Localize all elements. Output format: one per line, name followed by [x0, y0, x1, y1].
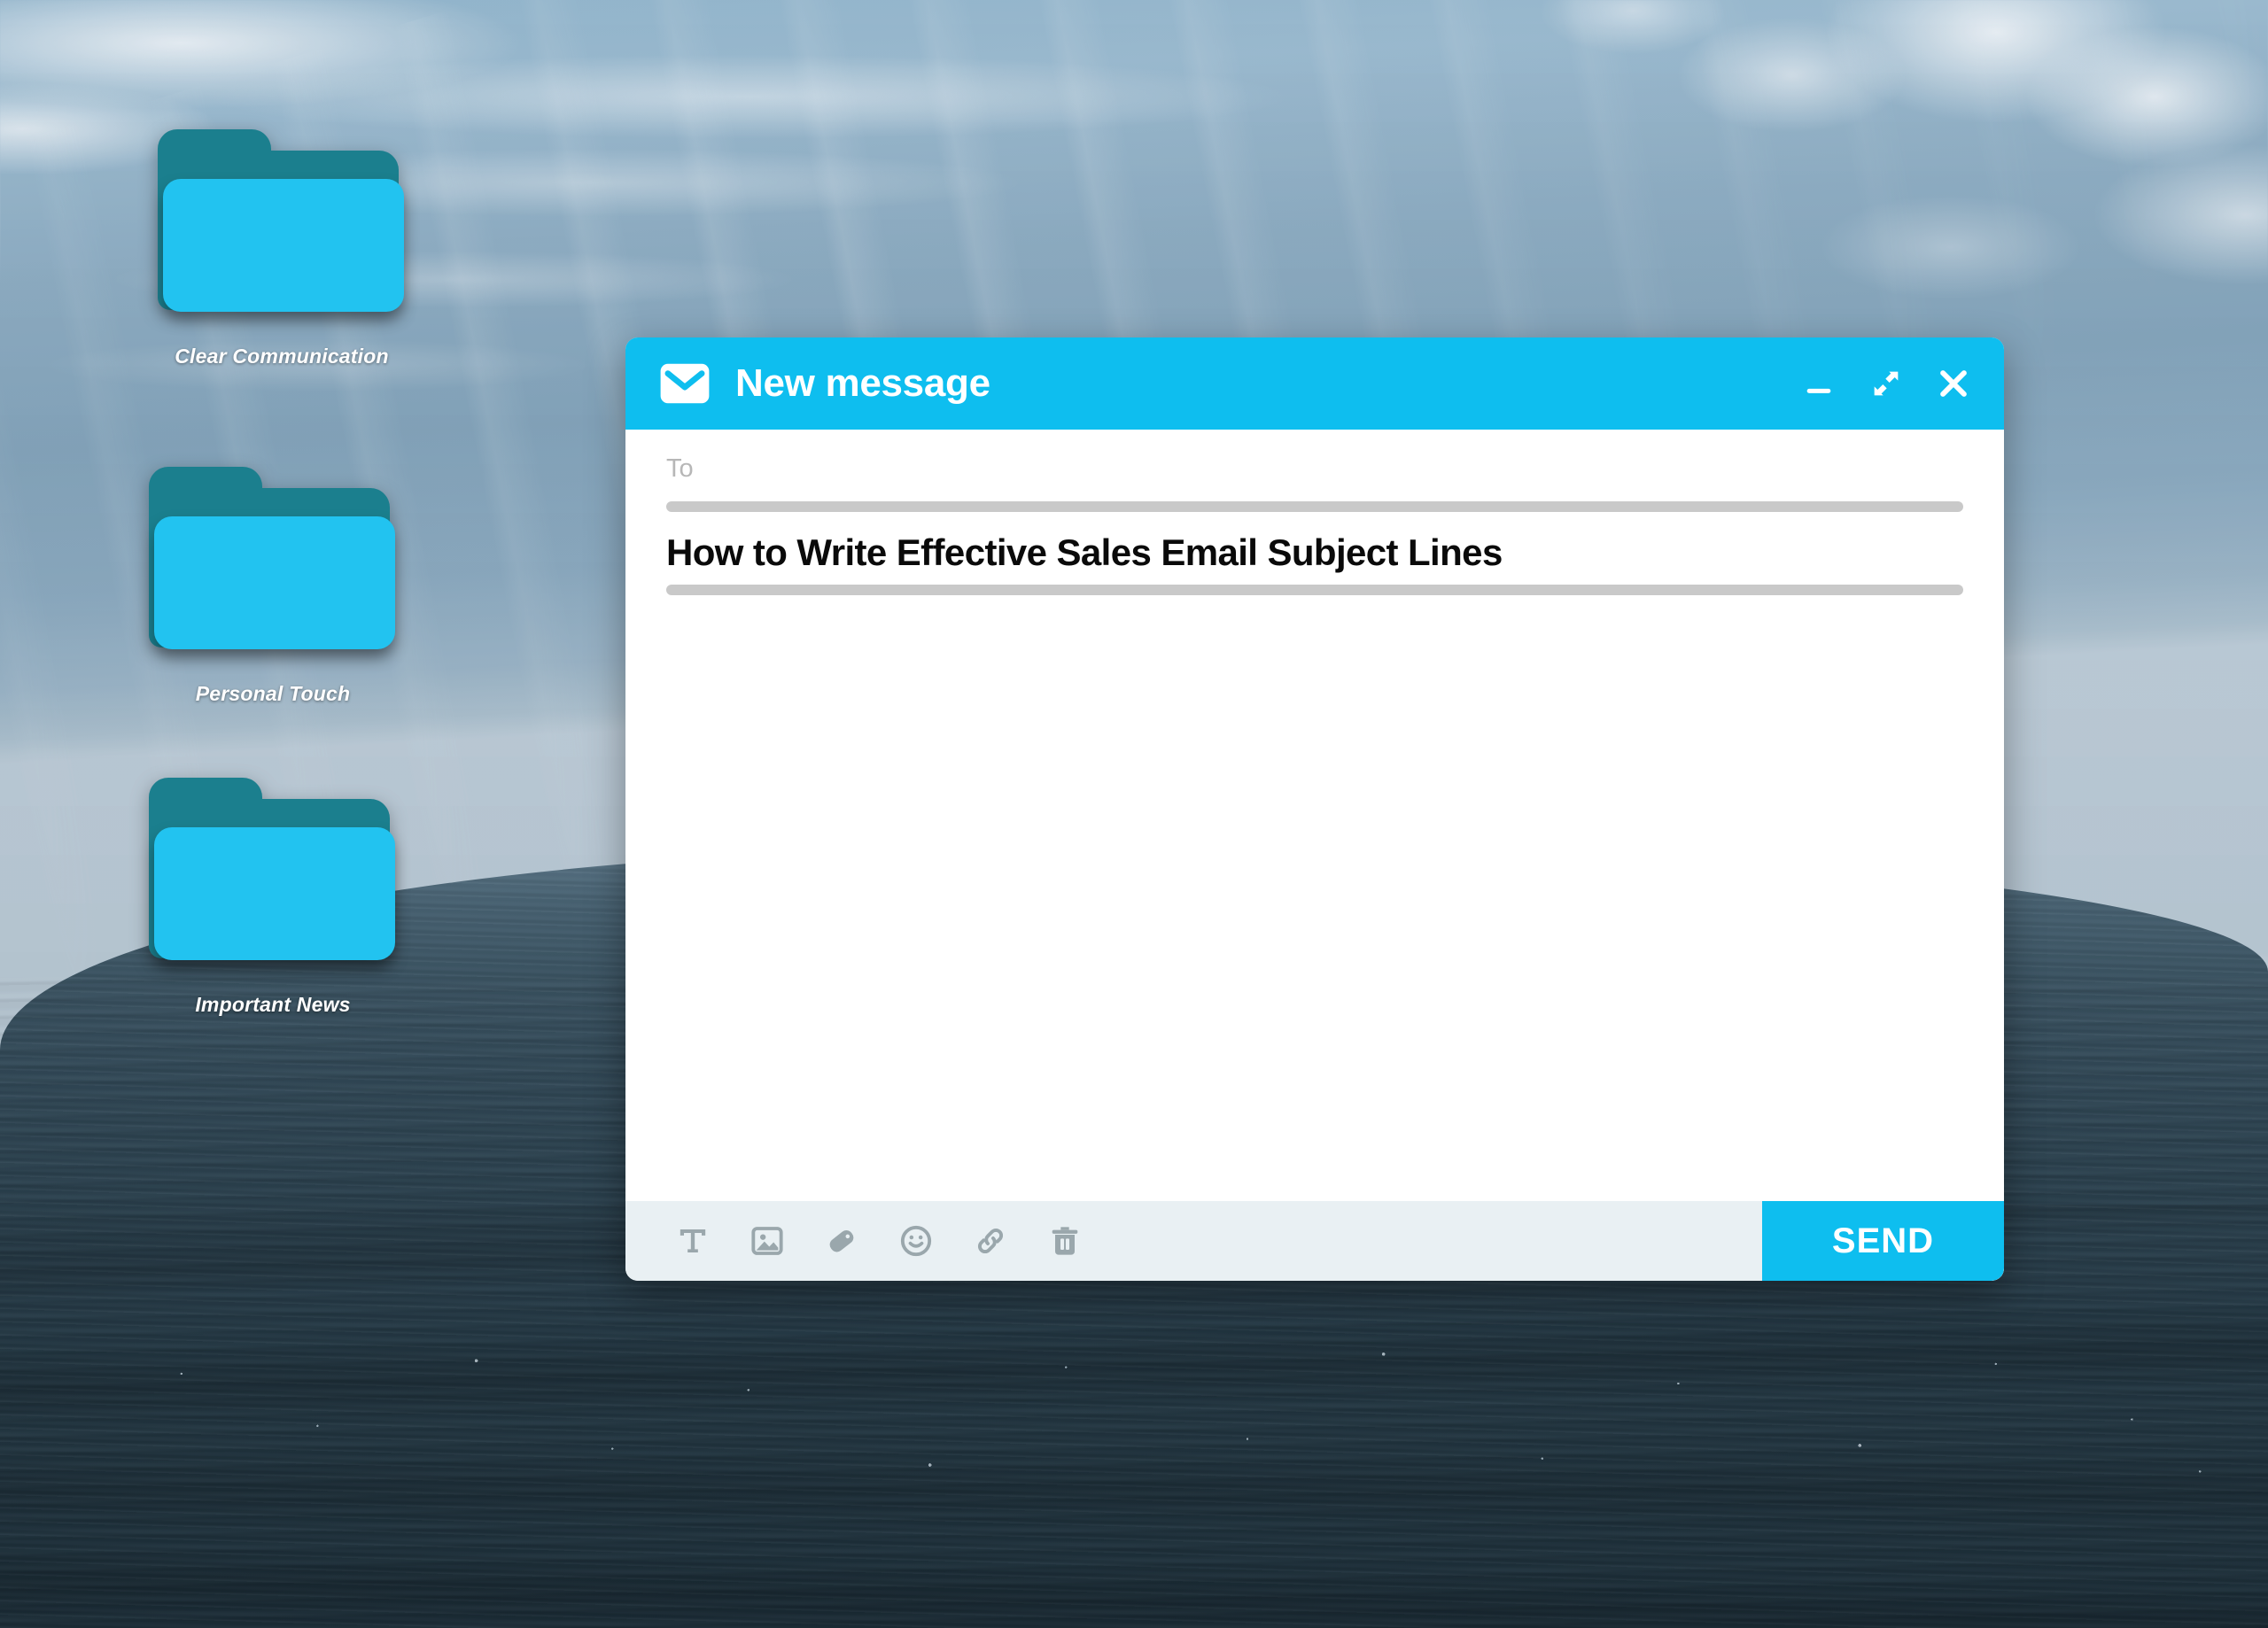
folder-icon-front: [163, 179, 404, 312]
send-button[interactable]: SEND: [1762, 1201, 2004, 1281]
folder-icon: [149, 778, 397, 989]
desktop-folder-important-news[interactable]: Important News: [140, 778, 406, 1017]
folder-icon-front: [154, 516, 395, 649]
subject-field-row: How to Write Effective Sales Email Subje…: [666, 524, 1963, 595]
desktop-folder-clear-communication[interactable]: Clear Communication: [149, 129, 415, 368]
subject-input[interactable]: How to Write Effective Sales Email Subje…: [666, 524, 1963, 585]
close-icon[interactable]: [1933, 363, 1974, 404]
message-body-input[interactable]: [625, 608, 2004, 1201]
formatting-tools: [625, 1201, 1086, 1281]
emoji-icon[interactable]: [895, 1220, 937, 1262]
image-icon[interactable]: [746, 1220, 788, 1262]
compose-title: New message: [735, 361, 990, 405]
link-icon[interactable]: [969, 1220, 1012, 1262]
folder-icon: [158, 129, 406, 341]
to-field-row: To: [666, 453, 1963, 512]
trash-icon[interactable]: [1044, 1220, 1086, 1262]
to-field-divider: [666, 501, 1963, 512]
text-format-icon[interactable]: [672, 1220, 714, 1262]
folder-icon-front: [154, 827, 395, 960]
folder-icon: [149, 467, 397, 678]
envelope-icon: [660, 363, 710, 404]
expand-icon[interactable]: [1866, 363, 1907, 404]
to-input[interactable]: To: [666, 453, 1963, 501]
desktop-folder-personal-touch[interactable]: Personal Touch: [140, 467, 406, 706]
folder-label: Personal Touch: [195, 682, 351, 705]
minimize-icon[interactable]: [1798, 363, 1839, 404]
tag-icon[interactable]: [820, 1220, 863, 1262]
window-controls: [1798, 363, 1974, 404]
folder-label: Clear Communication: [175, 345, 389, 368]
folder-label: Important News: [195, 993, 351, 1016]
compose-titlebar[interactable]: New message: [625, 337, 2004, 430]
desktop: Clear Communication Personal Touch Impor…: [0, 0, 2268, 1628]
compose-bottom-toolbar: SEND: [625, 1201, 2004, 1281]
compose-fields: To How to Write Effective Sales Email Su…: [625, 430, 2004, 608]
compose-window: New message To How to Write Effective Sa…: [625, 337, 2004, 1281]
subject-field-divider: [666, 585, 1963, 595]
